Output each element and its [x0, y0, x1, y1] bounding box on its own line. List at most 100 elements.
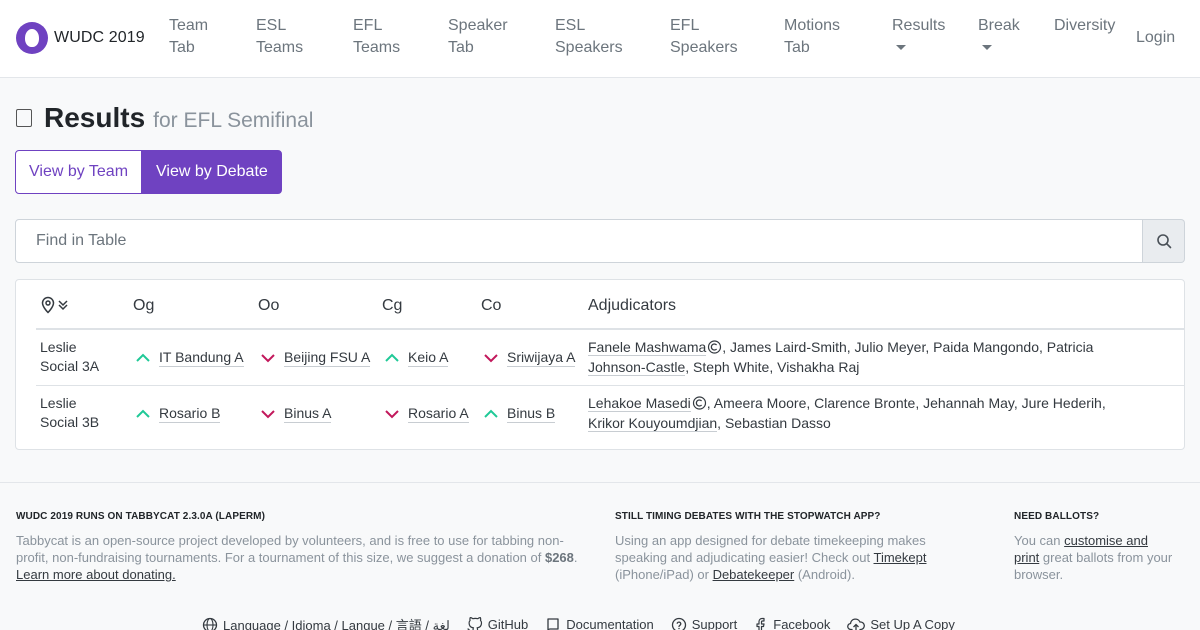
adjudicator-name[interactable]: Fanele Mashwama: [588, 339, 707, 356]
team-cell[interactable]: Binus B: [483, 404, 556, 423]
nav-label: Team: [169, 17, 209, 34]
footer-tabbycat-info: WUDC 2019 runs on Tabbycat 2.3.0a (Laper…: [16, 511, 591, 583]
chevron-down-loss-icon: [484, 353, 498, 362]
venue-line: Social 3A: [40, 358, 100, 374]
footer-link-label: Set Up A Copy: [870, 617, 955, 630]
adjudicator-name[interactable]: Lehakoe Masedi: [588, 395, 691, 412]
page-title: Results: [44, 102, 146, 133]
adj-line: Fanele Mashwama , James Laird-Smith, Juli…: [588, 337, 1158, 357]
nav-label: Speakers: [670, 39, 738, 56]
nav-label: EFL: [670, 17, 700, 34]
adjudicator-name[interactable]: , Ameera Moore: [707, 395, 807, 411]
adjudicator-name[interactable]: , Sebastian Dasso: [717, 415, 831, 431]
column-header-co[interactable]: Co: [481, 297, 501, 315]
nav-team-tab[interactable]: Team Tab: [169, 15, 208, 59]
column-header-og[interactable]: Og: [133, 297, 154, 315]
nav-diversity[interactable]: Diversity: [1054, 15, 1115, 37]
footer-link-label: Support: [691, 617, 738, 630]
nav-login[interactable]: Login: [1136, 27, 1175, 49]
donate-link[interactable]: Learn more about donating.: [16, 567, 176, 582]
team-cell[interactable]: Rosario A: [384, 404, 469, 423]
adjudicator-name[interactable]: , Clarence Bronte: [806, 395, 915, 411]
adjudicator-name[interactable]: , Paida Mangondo: [925, 339, 1039, 355]
caret-down-icon: [896, 45, 906, 50]
adjudicator-name[interactable]: , Jehannah May: [915, 395, 1014, 411]
adjudicator-name[interactable]: , James Laird-Smith: [722, 339, 846, 355]
adjudicator-name[interactable]: , Julio Meyer: [847, 339, 926, 355]
footer-text-part: (iPhone/iPad) or: [615, 567, 713, 582]
team-cell[interactable]: Keio A: [384, 348, 449, 367]
team-cell[interactable]: Binus A: [260, 404, 332, 423]
footer-text-part: Tabbycat is an open-source project devel…: [16, 533, 564, 565]
nav-esl-teams[interactable]: ESL Teams: [256, 15, 303, 59]
globe-icon: [202, 617, 218, 630]
nav-label: Tab: [169, 39, 195, 56]
adjudicator-name[interactable]: , Steph White: [685, 359, 769, 375]
nav-label: Results: [892, 17, 946, 34]
github-link[interactable]: GitHub: [467, 615, 528, 630]
adjudicator-name[interactable]: , Jure Hederih,: [1014, 395, 1106, 411]
team-cell[interactable]: Rosario B: [135, 404, 221, 423]
adjudicator-name[interactable]: Johnson-Castle: [588, 359, 686, 376]
team-name: Rosario B: [159, 405, 221, 423]
setup-copy-link[interactable]: Set Up A Copy: [847, 615, 955, 630]
team-cell[interactable]: Sriwijaya A: [483, 348, 576, 367]
adjudicator-name[interactable]: , Patricia: [1039, 339, 1093, 355]
adjudicator-name[interactable]: Krikor Kouyoumdjian: [588, 415, 718, 432]
page-subtitle: for EFL Semifinal: [153, 109, 314, 132]
nav-efl-speakers[interactable]: EFL Speakers: [670, 15, 738, 59]
sort-chevrons-icon: [58, 300, 68, 311]
team-name: IT Bandung A: [159, 349, 244, 367]
footer-text-part: (Android).: [794, 567, 855, 582]
nav-speaker-tab[interactable]: Speaker Tab: [448, 15, 508, 59]
nav-motions-tab[interactable]: Motions Tab: [784, 15, 840, 59]
debatekeeper-link[interactable]: Debatekeeper: [713, 567, 795, 582]
search-input[interactable]: [15, 219, 1143, 263]
adjudicator-name[interactable]: , Vishakha Raj: [769, 359, 859, 375]
search-icon: [1156, 234, 1171, 249]
navbar: WUDC 2019 Team Tab ESL Teams EFL Teams S…: [0, 0, 1200, 78]
nav-efl-teams[interactable]: EFL Teams: [353, 15, 400, 59]
nav-results-dropdown[interactable]: Results: [892, 15, 945, 50]
support-link[interactable]: Support: [671, 615, 738, 630]
results-table: Og Oo Cg Co Adjudicators Leslie Social 3…: [15, 279, 1185, 450]
column-header-cg[interactable]: Cg: [382, 297, 402, 315]
documentation-link[interactable]: Documentation: [545, 615, 654, 630]
timekept-link[interactable]: Timekept: [874, 550, 927, 565]
venue-cell: Leslie Social 3B: [40, 394, 99, 432]
column-header-adjudicators[interactable]: Adjudicators: [588, 297, 676, 315]
caret-down-icon: [982, 45, 992, 50]
view-by-team-button[interactable]: View by Team: [15, 150, 143, 194]
nav-label: Speakers: [555, 39, 623, 56]
chevron-down-loss-icon: [261, 353, 275, 362]
adj-line: Krikor Kouyoumdjian, Sebastian Dasso: [588, 413, 1158, 433]
chair-c-icon: [692, 396, 706, 410]
team-name: Sriwijaya A: [507, 349, 576, 367]
nav-label: ESL: [555, 17, 586, 34]
column-header-oo[interactable]: Oo: [258, 297, 279, 315]
nav-label: Login: [1136, 29, 1176, 46]
footer-text-part: .: [573, 550, 578, 565]
facebook-icon: [756, 617, 765, 630]
team-cell[interactable]: IT Bandung A: [135, 348, 244, 367]
venue-sort-header[interactable]: [40, 296, 69, 314]
nav-label: Diversity: [1054, 17, 1116, 34]
footer-link-label: Facebook: [773, 617, 831, 630]
nav-break-dropdown[interactable]: Break: [978, 15, 1020, 50]
team-name: Rosario A: [408, 405, 469, 423]
brand[interactable]: WUDC 2019: [16, 22, 145, 54]
language-link[interactable]: Language / Idioma / Langue / 言語 / لغة: [202, 615, 450, 630]
nav-label: Motions: [784, 17, 841, 34]
footer-text: Tabbycat is an open-source project devel…: [16, 532, 591, 583]
team-cell[interactable]: Beijing FSU A: [260, 348, 371, 367]
facebook-link[interactable]: Facebook: [754, 615, 830, 630]
view-toggle: View by Team View by Debate: [15, 150, 282, 194]
chair-c-icon: [708, 340, 722, 354]
search-button[interactable]: [1143, 219, 1185, 263]
view-by-debate-button[interactable]: View by Debate: [142, 150, 282, 194]
nav-label: Teams: [256, 39, 304, 56]
team-name: Binus B: [507, 405, 556, 423]
footer-link-label: GitHub: [487, 617, 529, 630]
nav-esl-speakers[interactable]: ESL Speakers: [555, 15, 623, 59]
donation-amount: $268: [544, 550, 574, 565]
